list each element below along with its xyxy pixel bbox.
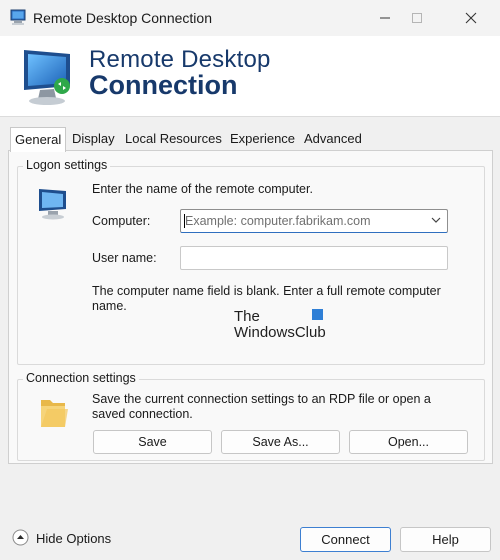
save-button[interactable]: Save [93,430,212,454]
maximize-button[interactable] [394,0,440,36]
connection-settings-group: Connection settings Save the current con… [17,371,485,461]
logon-intro-text: Enter the name of the remote computer. [92,182,313,196]
save-as-button[interactable]: Save As... [221,430,340,454]
watermark-logo-icon [312,309,323,320]
folder-icon [41,400,68,427]
watermark-line2: WindowsClub [234,324,326,341]
username-field[interactable] [180,246,448,270]
connection-description: Save the current connection settings to … [92,392,431,421]
header-banner: Remote Desktop Connection [0,36,500,117]
tab-display[interactable]: Display [68,128,119,150]
hide-options-label[interactable]: Hide Options [36,531,111,546]
remote-desktop-app-icon [10,9,26,25]
general-tab-panel: Logon settings Enter the name of the rem… [8,150,493,464]
close-button[interactable] [448,0,494,36]
computer-placeholder: Example: computer.fabrikam.com [185,214,371,228]
chevron-up-circle-icon[interactable] [12,529,29,546]
computer-combobox[interactable]: Example: computer.fabrikam.com [180,209,448,233]
connect-button[interactable]: Connect [300,527,391,552]
tab-general[interactable]: General [10,127,67,152]
remote-desktop-logo [24,50,70,105]
tab-advanced[interactable]: Advanced [300,128,366,150]
help-button[interactable]: Help [400,527,491,552]
title-bar: Remote Desktop Connection [0,0,500,36]
tab-experience[interactable]: Experience [226,128,299,150]
banner-title-line2: Connection [89,70,238,100]
computer-label: Computer: [92,214,151,228]
close-icon [465,12,477,24]
rdp-window: Remote Desktop Connection Remote Desktop… [0,0,500,560]
minimize-icon [380,17,390,19]
window-title: Remote Desktop Connection [33,10,212,26]
maximize-icon [412,13,422,23]
username-label: User name: [92,251,157,265]
logon-settings-title: Logon settings [23,158,111,172]
chevron-down-icon[interactable] [431,216,441,224]
tab-local-resources[interactable]: Local Resources [121,128,226,150]
computer-icon [39,189,66,220]
open-button[interactable]: Open... [349,430,468,454]
connection-settings-title: Connection settings [23,371,139,385]
